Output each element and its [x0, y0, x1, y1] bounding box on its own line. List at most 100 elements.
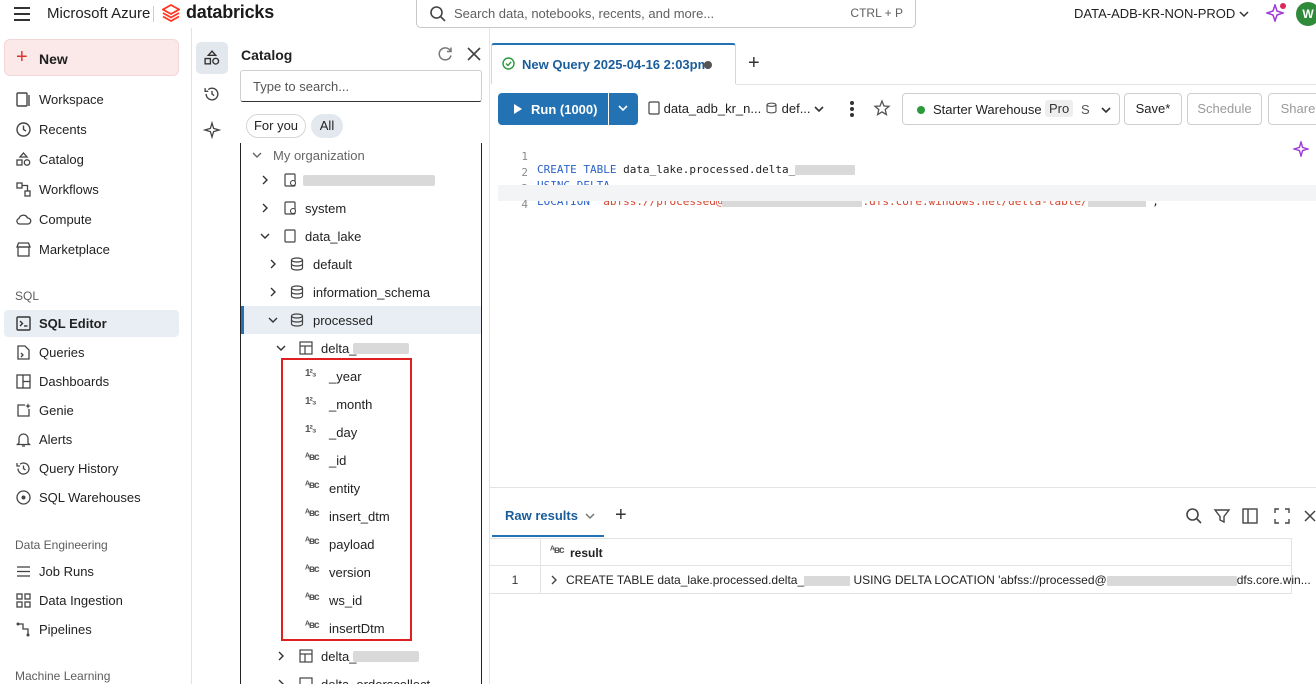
section-heading-machine-learning: Machine Learning	[15, 669, 111, 683]
tree-column[interactable]: ᴬʙc insert_dtm	[241, 502, 481, 530]
sidebar-item-genie[interactable]: Genie	[4, 397, 179, 424]
star-icon[interactable]	[873, 99, 891, 117]
warehouse-selector[interactable]: Starter Warehouse Pro S	[902, 93, 1120, 125]
catalog-icon	[16, 152, 31, 166]
sidebar-item-sql-editor[interactable]: SQL Editor	[4, 310, 179, 337]
query-tab[interactable]: New Query 2025-04-16 2:03pm	[491, 43, 736, 84]
schedule-button[interactable]: Schedule	[1187, 93, 1262, 125]
save-button[interactable]: Save*	[1124, 93, 1182, 125]
tree-column[interactable]: ᴬʙc _id	[241, 446, 481, 474]
sidebar-item-dashboards[interactable]: Dashboards	[4, 368, 179, 395]
tree-catalog-data-lake[interactable]: data_lake	[241, 222, 481, 250]
assistant-sparkle-icon[interactable]	[1264, 2, 1286, 24]
tree-column[interactable]: ᴬʙc entity	[241, 474, 481, 502]
sidebar-item-job-runs[interactable]: Job Runs	[4, 558, 179, 585]
global-search-bar[interactable]: Search data, notebooks, recents, and mor…	[416, 0, 916, 28]
catalog-search-input[interactable]	[240, 70, 482, 102]
close-icon[interactable]	[465, 45, 483, 63]
workspace-name: DATA-ADB-KR-NON-PROD	[1074, 6, 1236, 21]
string-type-icon: ᴬʙc	[305, 480, 320, 491]
menu-icon[interactable]	[14, 7, 30, 21]
catalog-context-selector[interactable]: data_adb_kr_n...	[648, 101, 761, 116]
user-avatar[interactable]: W	[1296, 2, 1316, 26]
sidebar-item-sql-warehouses[interactable]: SQL Warehouses	[4, 484, 179, 511]
string-type-icon: ᴬʙc	[550, 545, 565, 556]
add-tab-button[interactable]: +	[748, 53, 760, 73]
tree-catalog-system[interactable]: system	[241, 194, 481, 222]
column-header-result[interactable]: result	[570, 546, 603, 560]
history-rail-button[interactable]	[196, 78, 228, 110]
filter-all[interactable]: All	[311, 114, 343, 138]
tree-column[interactable]: ᴬʙc ws_id	[241, 586, 481, 614]
filter-for-you[interactable]: For you	[246, 114, 306, 138]
tree-column[interactable]: ᴬʙc version	[241, 558, 481, 586]
tree-column[interactable]: 1²₃ _year	[241, 362, 481, 390]
sidebar-item-alerts[interactable]: Alerts	[4, 426, 179, 453]
azure-title[interactable]: Microsoft Azure	[47, 5, 150, 22]
tree-table-delta[interactable]: delta_	[241, 334, 481, 362]
sidebar-item-label: SQL Warehouses	[39, 490, 141, 505]
history-icon	[204, 87, 219, 101]
chevron-down-icon	[260, 233, 270, 239]
close-results-icon[interactable]	[1303, 507, 1316, 525]
sidebar-item-workflows[interactable]: Workflows	[4, 176, 179, 203]
sidebar-item-compute[interactable]: Compute	[4, 206, 179, 233]
run-button[interactable]: Run (1000)	[498, 93, 608, 125]
result-cell-text: USING DELTA LOCATION 'abfss://processed@	[850, 573, 1107, 587]
columns-panel-icon[interactable]	[1241, 507, 1259, 525]
share-button[interactable]: Share	[1268, 93, 1316, 125]
chevron-down-icon	[814, 106, 824, 113]
play-icon	[514, 104, 522, 114]
string-type-icon: ᴬʙc	[305, 592, 320, 603]
raw-results-tab[interactable]: Raw results	[492, 500, 604, 537]
tree-column[interactable]: 1²₃ _day	[241, 418, 481, 446]
run-options-dropdown[interactable]	[609, 93, 638, 125]
sidebar-item-data-ingestion[interactable]: Data Ingestion	[4, 587, 179, 614]
tree-table-delta-2[interactable]: delta_	[241, 642, 481, 670]
catalog-rail-button[interactable]	[196, 42, 228, 74]
chevron-right-icon[interactable]	[550, 575, 558, 585]
sidebar-item-query-history[interactable]: Query History	[4, 455, 179, 482]
chevron-down-icon	[276, 345, 286, 351]
assistant-sparkle-icon[interactable]	[1293, 141, 1309, 157]
schema-context-selector[interactable]: def...	[765, 101, 824, 116]
chevron-right-icon	[278, 651, 284, 661]
tree-column[interactable]: ᴬʙc payload	[241, 530, 481, 558]
tree-column[interactable]: ᴬʙc insertDtm	[241, 614, 481, 642]
sidebar-item-catalog[interactable]: Catalog	[4, 146, 179, 173]
tree-column-label: ws_id	[329, 593, 363, 608]
tree-schema-processed[interactable]: processed	[241, 306, 481, 334]
refresh-icon[interactable]	[436, 45, 454, 63]
chevron-right-icon	[262, 175, 268, 185]
status-dot	[917, 106, 925, 114]
tree-column[interactable]: 1²₃ _month	[241, 390, 481, 418]
workspace-switcher[interactable]: DATA-ADB-KR-NON-PROD	[1074, 6, 1249, 21]
tree-item-label: information_schema	[313, 285, 431, 300]
chevron-right-icon	[270, 287, 276, 297]
table-row[interactable]: 1 CREATE TABLE data_lake.processed.delta…	[490, 566, 1311, 594]
more-options-icon[interactable]	[846, 100, 858, 118]
assistant-rail-button[interactable]	[196, 114, 228, 146]
tree-catalog-hidden[interactable]	[241, 166, 481, 194]
filter-icon[interactable]	[1213, 507, 1231, 525]
sidebar-item-workspace[interactable]: Workspace	[4, 86, 179, 113]
raw-results-label: Raw results	[505, 508, 578, 523]
fullscreen-icon[interactable]	[1273, 507, 1291, 525]
tree-org-header[interactable]: My organization	[241, 141, 481, 169]
tree-schema-default[interactable]: default	[241, 250, 481, 278]
sidebar-item-recents[interactable]: Recents	[4, 116, 179, 143]
search-icon[interactable]	[1185, 507, 1203, 525]
product-name[interactable]: databricks	[186, 2, 274, 23]
string-type-icon: ᴬʙc	[305, 564, 320, 575]
new-button[interactable]: + New	[4, 39, 179, 76]
sidebar-item-pipelines[interactable]: Pipelines	[4, 616, 179, 643]
sidebar-item-marketplace[interactable]: Marketplace	[4, 236, 179, 263]
result-cell: CREATE TABLE data_lake.processed.delta_ …	[566, 573, 1311, 587]
tree-schema-information-schema[interactable]: information_schema	[241, 278, 481, 306]
tree-table-orderscollect[interactable]: delta_orderscollect	[241, 670, 481, 684]
sidebar-item-queries[interactable]: Queries	[4, 339, 179, 366]
catalog-db-icon	[284, 173, 297, 187]
sql-code-editor[interactable]: 1 CREATE TABLE data_lake.processed.delta…	[498, 136, 1316, 211]
add-visualization-button[interactable]: +	[615, 505, 627, 525]
redacted-catalog-name	[303, 175, 435, 186]
